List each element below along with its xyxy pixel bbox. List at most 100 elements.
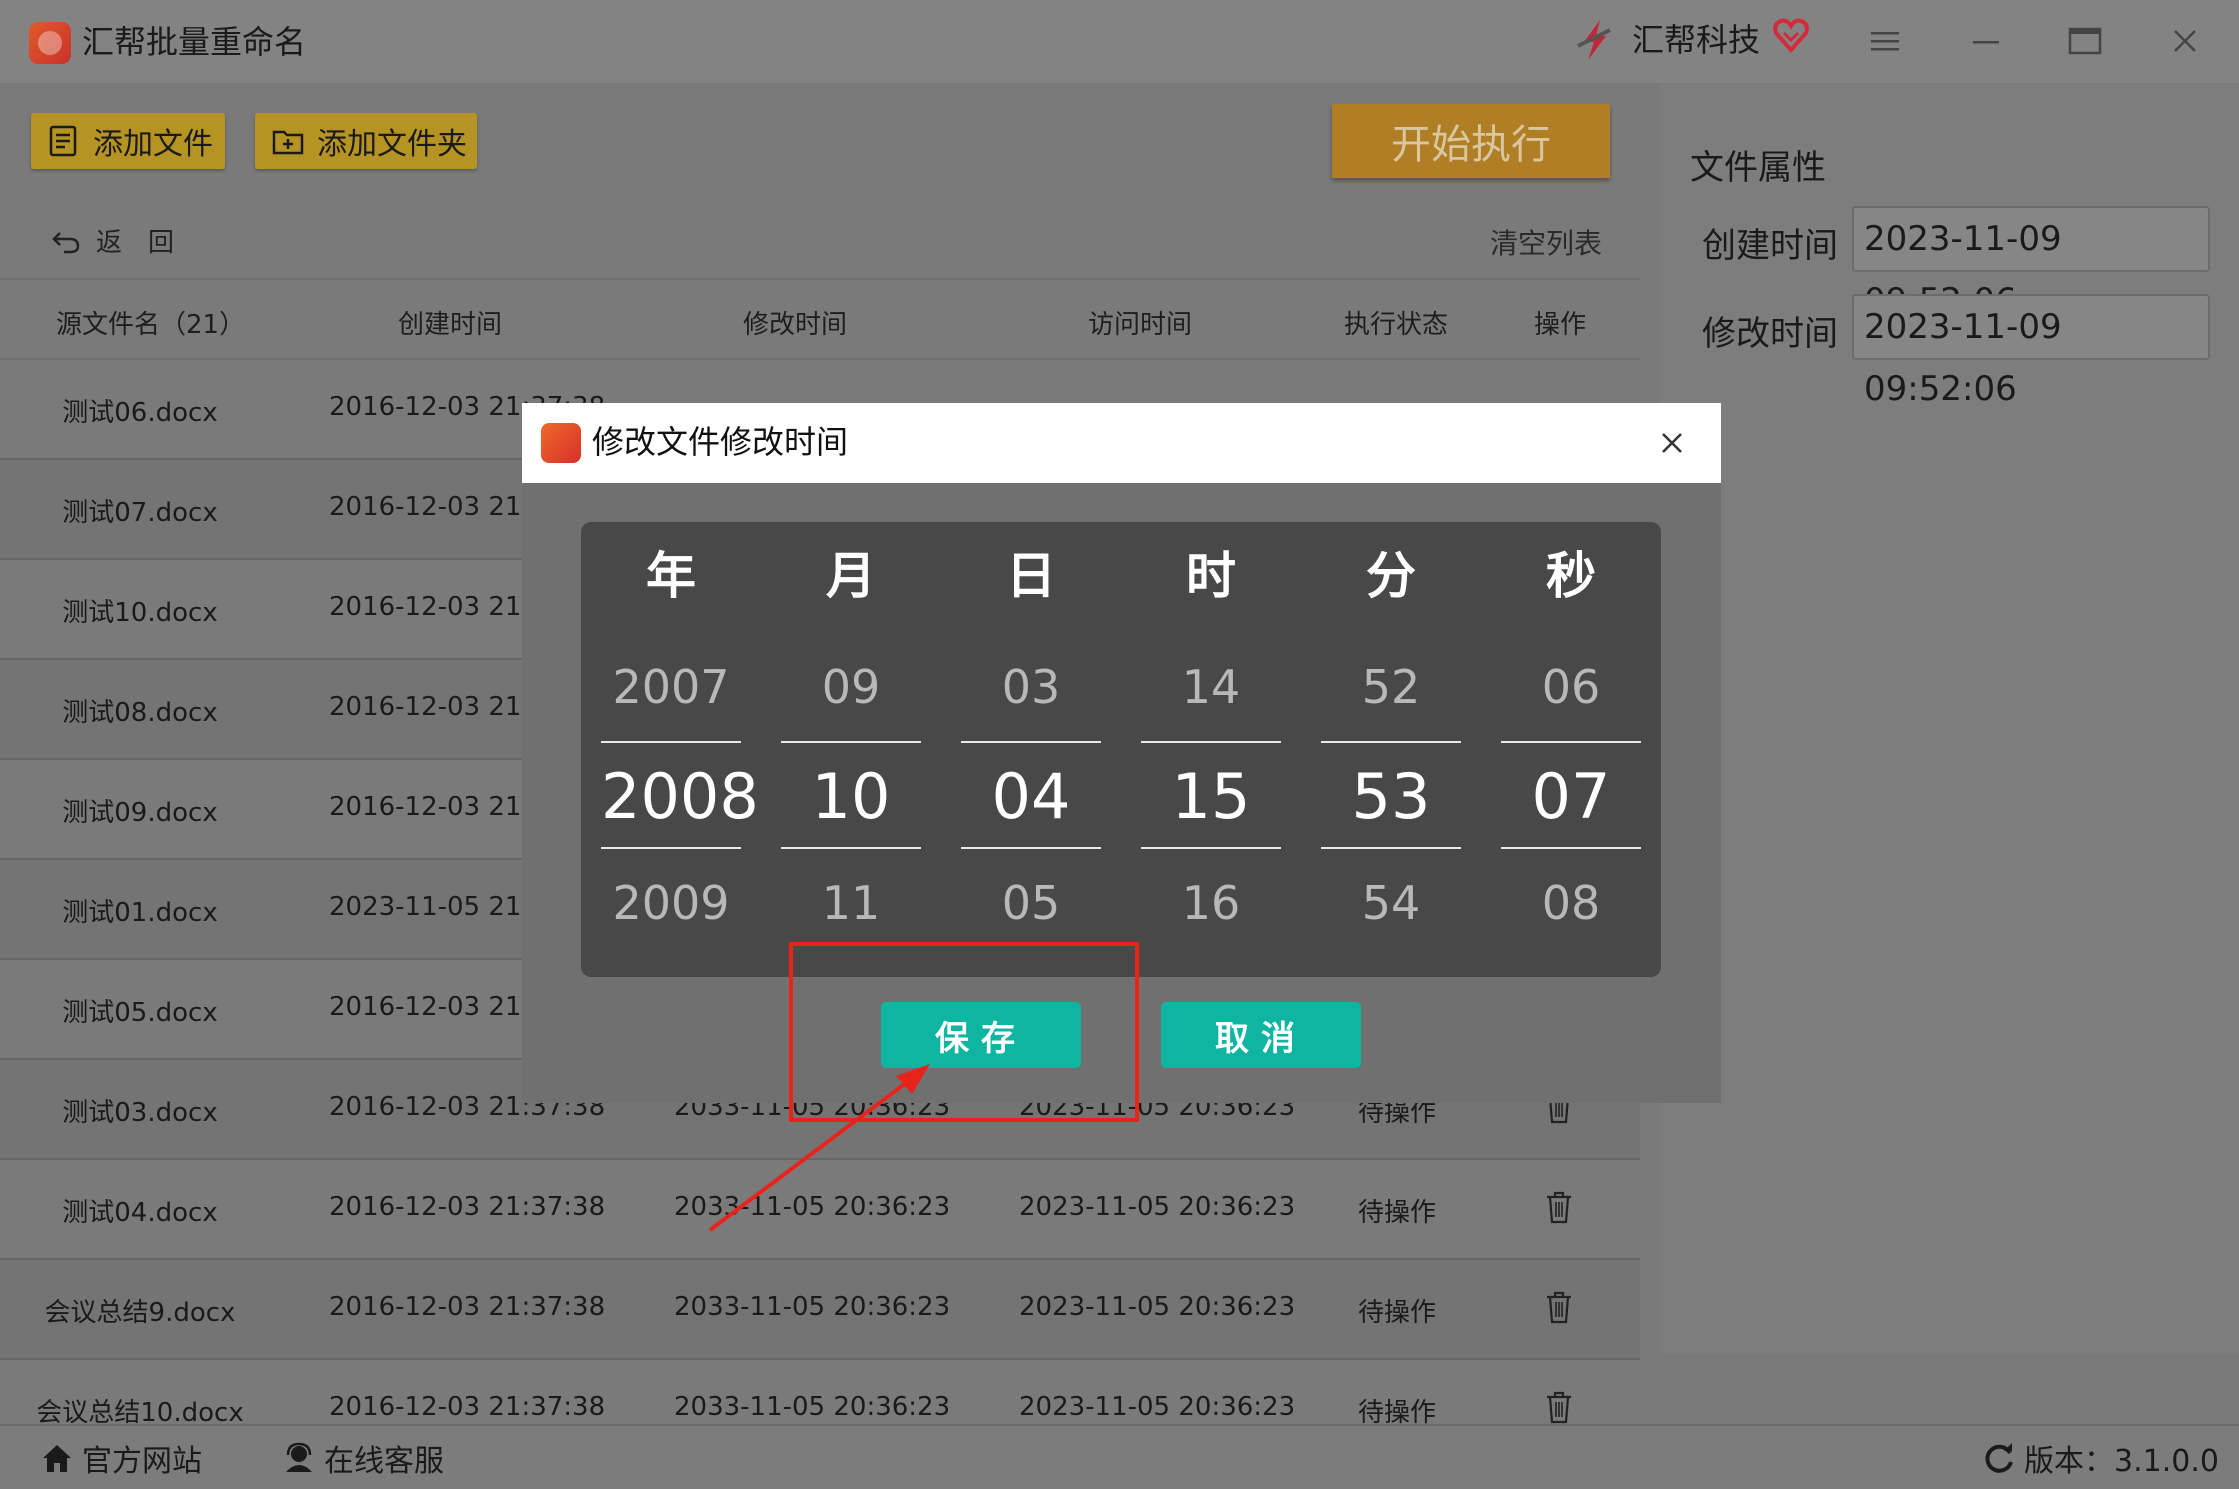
- table-row[interactable]: 会议总结9.docx 2016-12-03 21:37:38 2033-11-05 …: [0, 1260, 1640, 1360]
- online-support-label: 在线客服: [324, 1444, 444, 1479]
- back-label: 返 回: [96, 228, 175, 258]
- add-folder-label: 添加文件夹: [317, 127, 467, 162]
- file-list-icon: [49, 125, 77, 157]
- cell-created: 2016-12-03 21:37:38: [329, 1192, 606, 1222]
- picker-selection-line: [1141, 741, 1281, 743]
- cell-modified: 2033-11-05 20:36:23: [674, 1292, 951, 1322]
- modified-time-label: 修改时间: [1702, 314, 1838, 354]
- picker-prev-value[interactable]: 2007: [601, 660, 741, 714]
- refresh-icon[interactable]: [1982, 1441, 2016, 1475]
- picker-selected-value[interactable]: 15: [1141, 760, 1281, 833]
- cell-name: 会议总结9.docx: [44, 1298, 236, 1328]
- picker-selection-line: [601, 741, 741, 743]
- picker-column-label: 月: [826, 547, 876, 605]
- picker-next-value[interactable]: 2009: [601, 876, 741, 930]
- column-header-actions[interactable]: 操作: [1534, 304, 1586, 341]
- picker-selection-line: [1321, 847, 1461, 849]
- cell-status: 待操作: [1358, 1298, 1437, 1328]
- column-header-name[interactable]: 源文件名（21）: [56, 304, 245, 341]
- picker-selected-value[interactable]: 10: [781, 760, 921, 833]
- home-icon: [43, 1445, 71, 1472]
- version-info: 版本：3.1.0.0: [1982, 1436, 2219, 1480]
- support-agent-icon: [286, 1442, 312, 1472]
- version-label: 版本：3.1.0.0: [2024, 1444, 2219, 1479]
- cell-name: 测试01.docx: [62, 898, 218, 928]
- cell-name: 测试06.docx: [62, 398, 218, 428]
- column-header-modified[interactable]: 修改时间: [743, 304, 847, 341]
- annotation-arrow-icon: [708, 1064, 930, 1232]
- cell-name: 测试10.docx: [62, 598, 218, 628]
- cell-name: 测试03.docx: [62, 1098, 218, 1128]
- created-time-field[interactable]: 2023-11-09 09:52:06: [1852, 206, 2210, 321]
- folder-add-icon: [272, 130, 304, 155]
- back-button[interactable]: 返 回: [50, 222, 174, 259]
- picker-next-value[interactable]: 54: [1321, 876, 1461, 930]
- cell-modified: 2033-11-05 20:36:23: [674, 1392, 951, 1422]
- cell-name: 测试05.docx: [62, 998, 218, 1028]
- add-folder-button[interactable]: 添加文件夹: [255, 113, 477, 169]
- cell-accessed: 2023-11-05 20:36:23: [1019, 1292, 1296, 1322]
- close-icon[interactable]: [2164, 20, 2206, 62]
- cell-name: 测试04.docx: [62, 1198, 218, 1228]
- column-header-status[interactable]: 执行状态: [1344, 304, 1448, 341]
- app-title: 汇帮批量重命名: [82, 23, 307, 61]
- table-header: 源文件名（21） 创建时间 修改时间 访问时间 执行状态 操作: [0, 278, 1640, 360]
- picker-selection-line: [1501, 741, 1641, 743]
- picker-selection-line: [601, 847, 741, 849]
- picker-column-label: 日: [1006, 547, 1056, 605]
- dialog-close-icon[interactable]: [1652, 423, 1692, 463]
- picker-next-value[interactable]: 11: [781, 876, 921, 930]
- properties-title: 文件属性: [1690, 148, 1826, 188]
- clear-list-button[interactable]: 清空列表: [1490, 222, 1602, 262]
- picker-column-label: 年: [646, 547, 696, 605]
- picker-selection-line: [1501, 847, 1641, 849]
- modified-time-field[interactable]: 2023-11-09 09:52:06: [1852, 294, 2210, 409]
- official-website-link[interactable]: 官方网站: [40, 1436, 202, 1480]
- maximize-icon[interactable]: [2064, 20, 2106, 62]
- heart-icon[interactable]: [1772, 16, 1810, 54]
- picker-prev-value[interactable]: 06: [1501, 660, 1641, 714]
- picker-selection-line: [781, 847, 921, 849]
- picker-next-value[interactable]: 08: [1501, 876, 1641, 930]
- app-logo-icon: [29, 22, 71, 64]
- cell-name: 测试07.docx: [62, 498, 218, 528]
- column-header-accessed[interactable]: 访问时间: [1088, 304, 1192, 341]
- picker-selection-line: [1321, 741, 1461, 743]
- delete-icon[interactable]: [1544, 1290, 1574, 1324]
- menu-icon[interactable]: [1864, 20, 1906, 62]
- picker-selection-line: [961, 741, 1101, 743]
- picker-selected-value[interactable]: 53: [1321, 760, 1461, 833]
- delete-icon[interactable]: [1544, 1190, 1574, 1224]
- cell-status: 待操作: [1358, 1198, 1437, 1228]
- picker-selected-value[interactable]: 07: [1501, 760, 1641, 833]
- picker-next-value[interactable]: 05: [961, 876, 1101, 930]
- add-file-label: 添加文件: [93, 127, 213, 162]
- minimize-icon[interactable]: [1966, 20, 2008, 62]
- cancel-button[interactable]: 取消: [1161, 1002, 1361, 1068]
- cell-accessed: 2023-11-05 20:36:23: [1019, 1192, 1296, 1222]
- picker-prev-value[interactable]: 14: [1141, 660, 1281, 714]
- picker-prev-value[interactable]: 09: [781, 660, 921, 714]
- picker-column-label: 时: [1186, 547, 1236, 605]
- picker-prev-value[interactable]: 03: [961, 660, 1101, 714]
- cell-created: 2016-12-03 21:37:38: [329, 1292, 606, 1322]
- add-file-button[interactable]: 添加文件: [31, 113, 225, 169]
- created-time-label: 创建时间: [1702, 226, 1838, 266]
- online-support-link[interactable]: 在线客服: [282, 1436, 444, 1480]
- column-header-created[interactable]: 创建时间: [398, 304, 502, 341]
- dialog-title: 修改文件修改时间: [592, 423, 849, 461]
- picker-next-value[interactable]: 16: [1141, 876, 1281, 930]
- picker-selection-line: [781, 741, 921, 743]
- cell-created: 2016-12-03 21:37:38: [329, 1392, 606, 1422]
- picker-selected-value[interactable]: 04: [961, 760, 1101, 833]
- picker-column-label: 分: [1366, 547, 1416, 605]
- brand-logo-icon: [1577, 20, 1611, 60]
- dialog-app-icon: [541, 423, 581, 463]
- picker-column-label: 秒: [1546, 547, 1596, 605]
- start-button[interactable]: 开始执行: [1332, 104, 1610, 178]
- picker-selected-value[interactable]: 2008: [601, 760, 759, 833]
- cell-accessed: 2023-11-05 20:36:23: [1019, 1392, 1296, 1422]
- delete-icon[interactable]: [1544, 1390, 1574, 1424]
- picker-prev-value[interactable]: 52: [1321, 660, 1461, 714]
- undo-icon: [52, 231, 80, 253]
